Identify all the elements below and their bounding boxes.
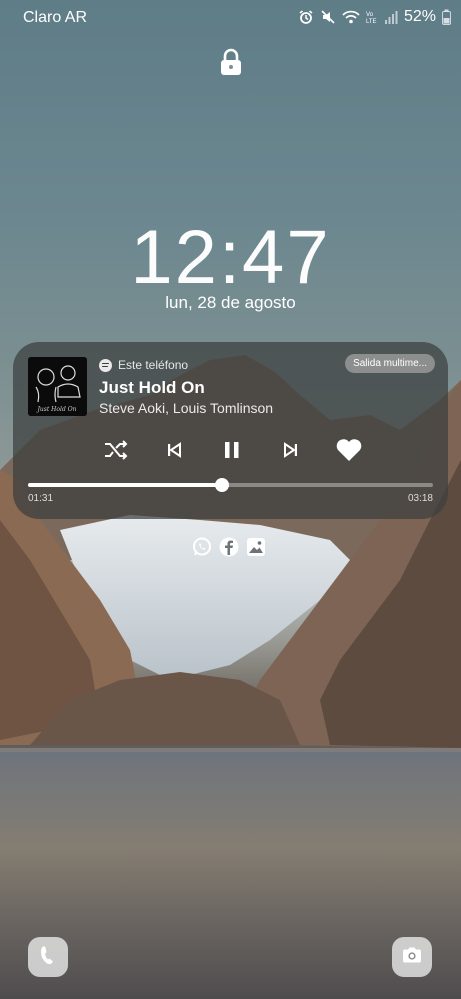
alarm-icon xyxy=(298,9,314,25)
whatsapp-icon[interactable] xyxy=(192,537,212,557)
volte-icon: Vo LTE xyxy=(366,9,378,25)
media-output-button[interactable]: Salida multime... xyxy=(345,354,435,373)
total-time: 03:18 xyxy=(407,493,433,504)
lock-icon[interactable] xyxy=(219,48,243,81)
notification-app-icons xyxy=(192,537,266,557)
status-bar: Claro AR Vo LTE 52% xyxy=(0,8,461,30)
camera-shortcut[interactable] xyxy=(392,937,432,977)
facebook-icon[interactable] xyxy=(219,537,239,557)
status-icons: Vo LTE 52% xyxy=(298,8,451,26)
album-art: Just Hold On xyxy=(28,357,87,416)
mute-icon xyxy=(320,9,336,25)
signal-icon xyxy=(384,9,398,25)
media-player-card[interactable]: Just Hold On Este teléfono Salida multim… xyxy=(13,342,448,519)
media-controls xyxy=(13,435,448,465)
previous-icon[interactable] xyxy=(159,435,189,465)
media-source-label: Este teléfono xyxy=(118,358,189,372)
shuffle-icon[interactable] xyxy=(101,435,131,465)
camera-icon xyxy=(401,946,423,969)
clock-time-text: 12:47 xyxy=(130,215,331,300)
seek-bar[interactable] xyxy=(28,478,433,492)
battery-icon xyxy=(442,9,451,25)
svg-text:LTE: LTE xyxy=(366,19,377,25)
clock-time: 12:47 xyxy=(0,212,461,301)
wifi-icon xyxy=(342,9,360,25)
track-artist: Steve Aoki, Louis Tomlinson xyxy=(99,400,274,416)
battery-percentage: 52% xyxy=(403,8,436,25)
heart-icon[interactable] xyxy=(334,435,364,465)
phone-shortcut[interactable] xyxy=(28,937,68,977)
gallery-icon[interactable] xyxy=(246,537,266,557)
elapsed-time: 01:31 xyxy=(28,493,54,504)
svg-text:Vo: Vo xyxy=(366,12,374,18)
pause-icon[interactable] xyxy=(217,435,247,465)
spotify-icon xyxy=(99,358,112,372)
next-icon[interactable] xyxy=(276,435,306,465)
media-source: Este teléfono xyxy=(99,358,188,372)
track-title: Just Hold On xyxy=(99,378,205,397)
carrier-name: Claro AR xyxy=(23,9,88,26)
album-art-text: Just Hold On xyxy=(36,406,77,413)
phone-icon xyxy=(38,944,58,971)
clock-date: lun, 28 de agosto xyxy=(165,293,296,312)
seek-thumb[interactable] xyxy=(215,478,230,492)
seek-bar-progress xyxy=(28,483,223,487)
